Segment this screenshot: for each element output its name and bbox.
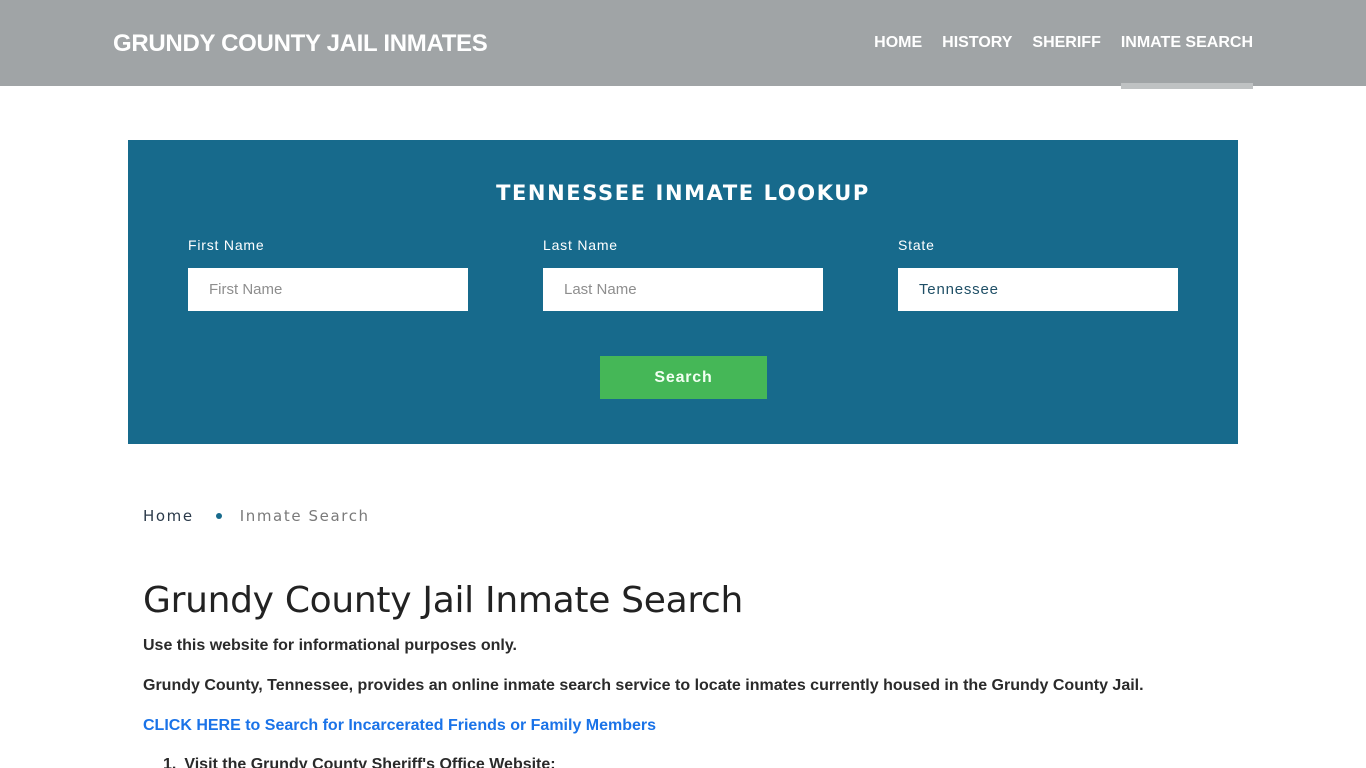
first-name-input[interactable] bbox=[188, 268, 468, 311]
nav-sheriff[interactable]: SHERIFF bbox=[1032, 0, 1100, 86]
breadcrumb-home[interactable]: Home bbox=[143, 507, 194, 525]
main-nav: HOME HISTORY SHERIFF INMATE SEARCH bbox=[854, 0, 1254, 89]
last-name-label: Last Name bbox=[543, 237, 618, 253]
nav-history[interactable]: HISTORY bbox=[942, 0, 1012, 86]
breadcrumb-current: Inmate Search bbox=[239, 507, 370, 525]
state-label: State bbox=[898, 237, 935, 253]
lookup-title: TENNESSEE INMATE LOOKUP bbox=[496, 181, 870, 205]
breadcrumb: Home Inmate Search bbox=[143, 507, 370, 525]
state-input[interactable] bbox=[898, 268, 1178, 311]
steps-list: 1. Visit the Grundy County Sheriff's Offi… bbox=[163, 756, 556, 768]
last-name-input[interactable] bbox=[543, 268, 823, 311]
disclaimer-text: Use this website for informational purpo… bbox=[143, 637, 517, 654]
search-button[interactable]: Search bbox=[600, 356, 767, 399]
search-friends-family-link[interactable]: CLICK HERE to Search for Incarcerated Fr… bbox=[143, 717, 656, 735]
nav-inmate-search[interactable]: INMATE SEARCH bbox=[1120, 0, 1254, 89]
intro-text: Grundy County, Tennessee, provides an on… bbox=[143, 677, 1144, 694]
step-number: 1. bbox=[163, 756, 177, 768]
site-brand-link[interactable]: GRUNDY COUNTY JAIL INMATES bbox=[113, 30, 488, 58]
breadcrumb-separator-dot bbox=[215, 513, 222, 519]
step-item: 1. Visit the Grundy County Sheriff's Offi… bbox=[163, 756, 556, 768]
first-name-label: First Name bbox=[188, 237, 265, 253]
page-title: Grundy County Jail Inmate Search bbox=[143, 580, 744, 621]
step-text: Visit the Grundy County Sheriff's Office… bbox=[184, 756, 556, 768]
nav-home[interactable]: HOME bbox=[874, 0, 922, 86]
top-navbar: GRUNDY COUNTY JAIL INMATES HOME HISTORY … bbox=[0, 0, 1366, 89]
